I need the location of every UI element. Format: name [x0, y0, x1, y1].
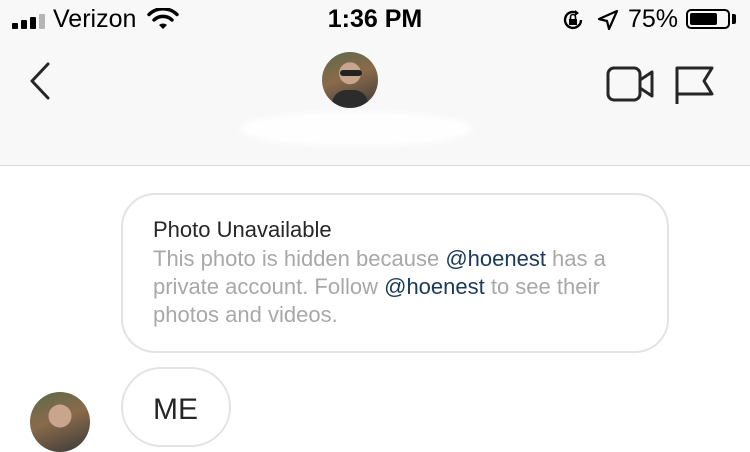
message-text: ME [153, 393, 198, 426]
message-title: Photo Unavailable [153, 217, 332, 242]
back-chevron-icon[interactable] [26, 60, 54, 102]
battery-icon [686, 9, 730, 29]
sender-avatar[interactable] [30, 392, 90, 452]
redacted-username [240, 112, 472, 146]
photo-unavailable-message[interactable]: Photo Unavailable This photo is hidden b… [121, 193, 669, 353]
video-camera-icon[interactable] [606, 64, 656, 104]
location-arrow-icon [597, 9, 619, 31]
rotation-lock-icon [563, 10, 583, 30]
battery-percentage: 75% [628, 5, 679, 33]
flag-icon[interactable] [672, 64, 716, 106]
contact-avatar[interactable] [322, 52, 378, 108]
message-body: This photo is hidden because @hoenest ha… [153, 246, 606, 327]
message-bubble[interactable]: ME [121, 367, 231, 447]
chat-header: Verizon 1:36 PM 75% [0, 0, 750, 166]
mention-link[interactable]: @hoenest [445, 246, 546, 271]
mention-link[interactable]: @hoenest [384, 274, 485, 299]
status-bar: Verizon 1:36 PM 75% [0, 0, 750, 40]
